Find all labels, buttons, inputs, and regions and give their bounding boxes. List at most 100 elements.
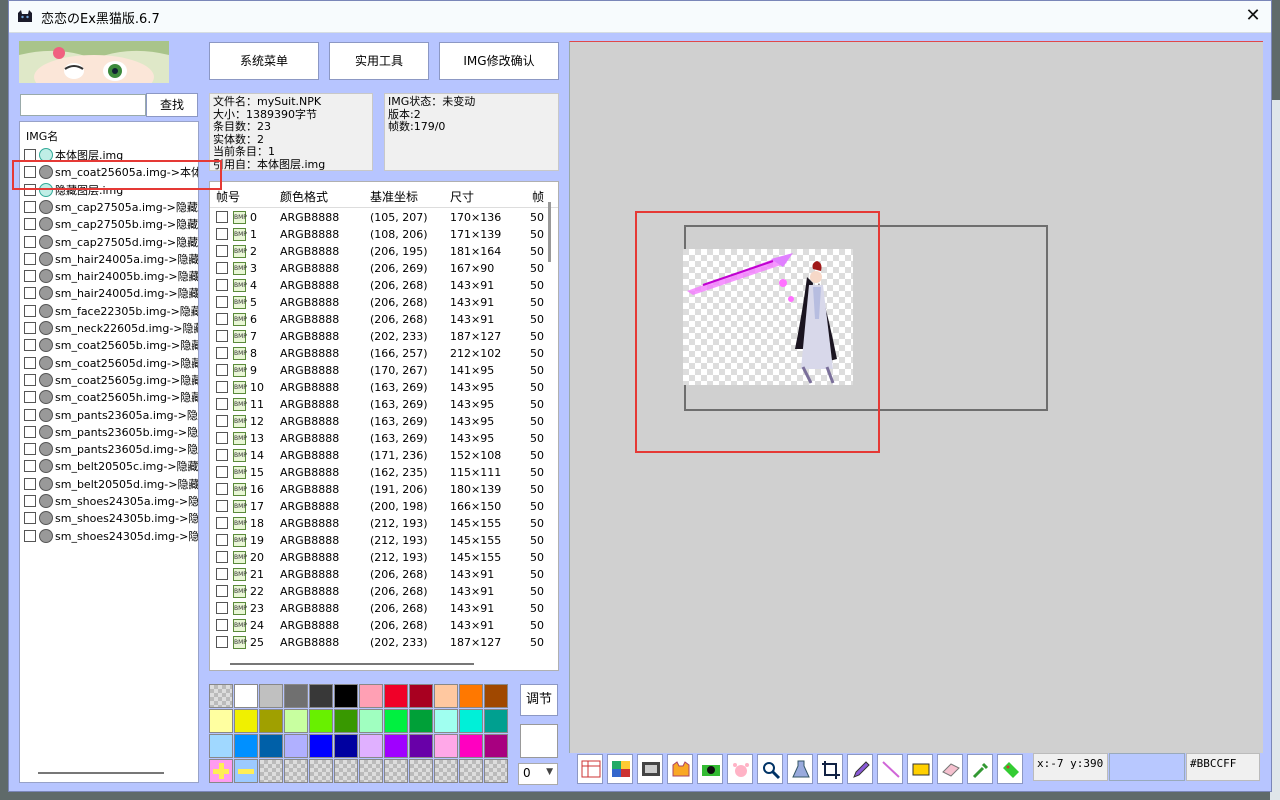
img-list-item[interactable]: sm_coat25605b.img->隐藏 bbox=[24, 337, 198, 354]
color-swatch[interactable] bbox=[484, 684, 508, 708]
frame-checkbox[interactable] bbox=[216, 517, 228, 529]
img-list-item[interactable]: sm_hair24005a.img->隐藏 bbox=[24, 251, 198, 268]
img-confirm-button[interactable]: IMG修改确认 bbox=[439, 42, 559, 80]
col-frame-extra[interactable]: 帧 bbox=[532, 188, 544, 205]
frame-row[interactable]: BMP 1 ARGB8888 (108, 206) 171×139 50 bbox=[210, 226, 550, 243]
frame-checkbox[interactable] bbox=[216, 398, 228, 410]
img-item-checkbox[interactable] bbox=[24, 252, 36, 265]
color-swatch[interactable] bbox=[484, 709, 508, 733]
img-list-item[interactable]: sm_coat25605g.img->隐藏 bbox=[24, 372, 198, 389]
img-list-item[interactable]: sm_shoes24305d.img->隐. bbox=[24, 528, 198, 545]
img-item-checkbox[interactable] bbox=[24, 270, 36, 283]
frame-row[interactable]: BMP 8 ARGB8888 (166, 257) 212×102 50 bbox=[210, 345, 550, 362]
img-item-checkbox[interactable] bbox=[24, 304, 36, 317]
transparent-swatch[interactable] bbox=[384, 759, 408, 783]
img-list-item[interactable]: sm_shoes24305b.img->隐. bbox=[24, 510, 198, 527]
rectangle-tool-button[interactable] bbox=[907, 754, 933, 784]
color-swatch[interactable] bbox=[384, 734, 408, 758]
img-item-checkbox[interactable] bbox=[24, 529, 36, 542]
color-swatch[interactable] bbox=[459, 684, 483, 708]
img-item-checkbox[interactable] bbox=[24, 477, 36, 490]
adjust-button[interactable]: 调节 bbox=[520, 684, 558, 716]
color-swatch[interactable] bbox=[259, 734, 283, 758]
color-swatch[interactable] bbox=[459, 709, 483, 733]
frame-row[interactable]: BMP 19 ARGB8888 (212, 193) 145×155 50 bbox=[210, 532, 550, 549]
color-swatch[interactable] bbox=[459, 734, 483, 758]
img-item-checkbox[interactable] bbox=[24, 373, 36, 386]
img-list-item[interactable]: sm_pants23605a.img->隐. bbox=[24, 407, 198, 424]
frame-row[interactable]: BMP 5 ARGB8888 (206, 268) 143×91 50 bbox=[210, 294, 550, 311]
color-swatch[interactable] bbox=[359, 709, 383, 733]
img-item-checkbox[interactable] bbox=[24, 218, 36, 231]
flask-tool-button[interactable] bbox=[787, 754, 813, 784]
img-list-item[interactable]: sm_face22305b.img->隐藏 bbox=[24, 303, 198, 320]
pencil-tool-button[interactable] bbox=[847, 754, 873, 784]
color-swatch[interactable] bbox=[334, 734, 358, 758]
tag-tool-button[interactable] bbox=[997, 754, 1023, 784]
color-swatch[interactable] bbox=[284, 684, 308, 708]
frame-checkbox[interactable] bbox=[216, 211, 228, 223]
frame-checkbox[interactable] bbox=[216, 534, 228, 546]
color-swatch[interactable] bbox=[259, 684, 283, 708]
img-item-checkbox[interactable] bbox=[24, 235, 36, 248]
transparent-swatch[interactable] bbox=[409, 759, 433, 783]
frame-row[interactable]: BMP 16 ARGB8888 (191, 206) 180×139 50 bbox=[210, 481, 550, 498]
current-color-preview[interactable] bbox=[520, 724, 558, 758]
color-swatch[interactable] bbox=[234, 734, 258, 758]
img-item-checkbox[interactable] bbox=[24, 339, 36, 352]
frame-row[interactable]: BMP 2 ARGB8888 (206, 195) 181×164 50 bbox=[210, 243, 550, 260]
img-item-checkbox[interactable] bbox=[24, 356, 36, 369]
frame-row[interactable]: BMP 13 ARGB8888 (163, 269) 143×95 50 bbox=[210, 430, 550, 447]
frame-row[interactable]: BMP 9 ARGB8888 (170, 267) 141×95 50 bbox=[210, 362, 550, 379]
img-item-checkbox[interactable] bbox=[24, 495, 36, 507]
crop-tool-button[interactable] bbox=[817, 754, 843, 784]
color-swatch[interactable] bbox=[359, 734, 383, 758]
col-color-format[interactable]: 颜色格式 bbox=[280, 188, 328, 205]
frame-checkbox[interactable] bbox=[216, 330, 228, 342]
frame-row[interactable]: BMP 25 ARGB8888 (202, 233) 187×127 50 bbox=[210, 634, 550, 651]
color-swatch[interactable] bbox=[259, 709, 283, 733]
transparent-swatch[interactable] bbox=[309, 759, 333, 783]
frame-row[interactable]: BMP 4 ARGB8888 (206, 268) 143×91 50 bbox=[210, 277, 550, 294]
frame-row[interactable]: BMP 24 ARGB8888 (206, 268) 143×91 50 bbox=[210, 617, 550, 634]
color-swatch[interactable] bbox=[209, 709, 233, 733]
img-list-item[interactable]: sm_pants23605d.img->隐. bbox=[24, 441, 198, 458]
img-list-item[interactable]: sm_coat25605d.img->隐藏 bbox=[24, 355, 198, 372]
col-base-coord[interactable]: 基准坐标 bbox=[370, 188, 418, 205]
img-list-item[interactable]: sm_neck22605d.img->隐藏 bbox=[24, 320, 198, 337]
frame-row[interactable]: BMP 6 ARGB8888 (206, 268) 143×91 50 bbox=[210, 311, 550, 328]
frame-checkbox[interactable] bbox=[216, 245, 228, 257]
frame-checkbox[interactable] bbox=[216, 585, 228, 597]
frame-checkbox[interactable] bbox=[216, 432, 228, 444]
frame-checkbox[interactable] bbox=[216, 483, 228, 495]
img-item-checkbox[interactable] bbox=[24, 443, 36, 456]
frame-table-hscrollbar[interactable] bbox=[230, 663, 474, 665]
color-swatch[interactable] bbox=[409, 709, 433, 733]
img-list-panel[interactable]: IMG名 本体图层.img sm_coat25605a.img->本体 隐藏图层.i… bbox=[19, 121, 199, 783]
frame-checkbox[interactable] bbox=[216, 500, 228, 512]
frame-checkbox[interactable] bbox=[216, 228, 228, 240]
frame-row[interactable]: BMP 15 ARGB8888 (162, 235) 115×111 50 bbox=[210, 464, 550, 481]
color-swatch[interactable] bbox=[234, 709, 258, 733]
frame-row[interactable]: BMP 21 ARGB8888 (206, 268) 143×91 50 bbox=[210, 566, 550, 583]
color-swatch[interactable] bbox=[334, 684, 358, 708]
close-button[interactable]: ✕ bbox=[1241, 5, 1265, 29]
img-item-checkbox[interactable] bbox=[24, 287, 36, 300]
frame-row[interactable]: BMP 0 ARGB8888 (105, 207) 170×136 50 bbox=[210, 209, 550, 226]
img-list-item[interactable]: sm_cap27505a.img->隐藏. bbox=[24, 199, 198, 216]
frame-row[interactable]: BMP 17 ARGB8888 (200, 198) 166×150 50 bbox=[210, 498, 550, 515]
frame-row[interactable]: BMP 12 ARGB8888 (163, 269) 143×95 50 bbox=[210, 413, 550, 430]
frame-row[interactable]: BMP 7 ARGB8888 (202, 233) 187×127 50 bbox=[210, 328, 550, 345]
img-list-item[interactable]: sm_cap27505d.img->隐藏. bbox=[24, 234, 198, 251]
color-swatch[interactable] bbox=[484, 734, 508, 758]
color-swatch[interactable] bbox=[434, 684, 458, 708]
img-item-checkbox[interactable] bbox=[24, 391, 36, 404]
color-swatch[interactable] bbox=[384, 684, 408, 708]
frame-table[interactable]: 帧号 颜色格式 基准坐标 尺寸 帧 BMP 0 ARGB8888 (105, 207)… bbox=[209, 181, 559, 671]
img-list-item[interactable]: sm_hair24005d.img->隐藏 bbox=[24, 285, 198, 302]
transparent-swatch[interactable] bbox=[259, 759, 283, 783]
color-swatch[interactable] bbox=[209, 734, 233, 758]
magnifier-tool-button[interactable] bbox=[757, 754, 783, 784]
eraser-tool-button[interactable] bbox=[937, 754, 963, 784]
frame-table-vscrollbar[interactable] bbox=[548, 202, 551, 262]
